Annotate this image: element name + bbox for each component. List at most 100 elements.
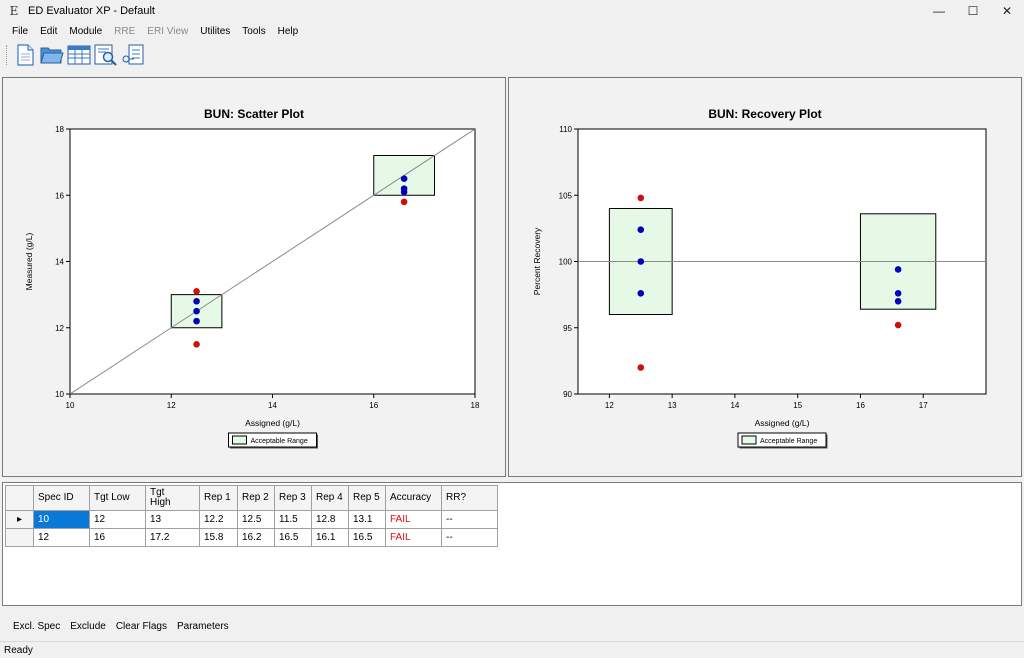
scatter-plot-chart: 10 12 14 16 18 10 12 14 16 18 Assigned (g/L) Measur…	[24, 125, 480, 449]
menu-help[interactable]: Help	[272, 22, 305, 41]
outlier-point	[400, 198, 408, 206]
cell-rep-5[interactable]: 13.1	[348, 510, 386, 529]
open-folder-button[interactable]	[38, 42, 65, 68]
clear-flags-button[interactable]: Clear Flags	[111, 621, 172, 632]
column-header-spec-id[interactable]: Spec ID	[33, 485, 90, 511]
x-axis-label: Assigned (g/L)	[755, 418, 810, 428]
cell-rr[interactable]: --	[441, 510, 498, 529]
cell-accuracy[interactable]: FAIL	[385, 528, 442, 547]
y-axis-label: Percent Recovery	[532, 227, 542, 295]
y-tick-label: 110	[559, 125, 572, 134]
parameters-button[interactable]: Parameters	[172, 621, 234, 632]
menu-utilites[interactable]: Utilites	[194, 22, 236, 41]
menu-eri-view[interactable]: ERI View	[141, 22, 194, 41]
current-row-indicator[interactable]: ▸	[5, 510, 34, 529]
table-row[interactable]: 12 16 17.2 15.8 16.2 16.5 16.1 16.5 FAIL…	[5, 528, 498, 547]
column-header-accuracy[interactable]: Accuracy	[385, 485, 442, 511]
x-tick-label: 14	[268, 401, 277, 410]
excl-spec-button[interactable]: Excl. Spec	[8, 621, 65, 632]
column-header-rep-4[interactable]: Rep 4	[311, 485, 349, 511]
legend-swatch	[232, 435, 247, 445]
table-row[interactable]: ▸ 10 12 13 12.2 12.5 11.5 12.8 13.1 FAIL…	[5, 510, 498, 529]
maximize-button[interactable]: ☐	[956, 0, 990, 22]
menu-edit[interactable]: Edit	[34, 22, 63, 41]
data-point	[193, 317, 200, 325]
data-point	[894, 266, 902, 273]
new-document-button[interactable]	[11, 42, 38, 68]
row-header[interactable]	[5, 528, 34, 547]
menu-tools[interactable]: Tools	[236, 22, 271, 41]
menu-bar: File Edit Module RRE ERI View Utilites T…	[0, 22, 1024, 41]
y-tick-label: 16	[55, 191, 64, 200]
x-tick-label: 12	[605, 401, 614, 410]
export-button[interactable]	[119, 42, 146, 68]
column-header-tgt-high[interactable]: Tgt High	[145, 485, 200, 511]
cell-tgt-high[interactable]: 13	[145, 510, 200, 529]
y-tick-label: 18	[55, 125, 64, 134]
report-preview-button[interactable]	[92, 42, 119, 68]
cell-rep-2[interactable]: 16.2	[237, 528, 275, 547]
column-header-rep-3[interactable]: Rep 3	[274, 485, 312, 511]
cell-tgt-low[interactable]: 16	[89, 528, 146, 547]
y-tick-label: 14	[55, 258, 64, 267]
x-tick-label: 17	[919, 401, 928, 410]
column-header-rep-1[interactable]: Rep 1	[199, 485, 238, 511]
data-point	[400, 175, 408, 182]
menu-module[interactable]: Module	[63, 22, 108, 41]
cell-accuracy[interactable]: FAIL	[385, 510, 442, 529]
cell-tgt-high[interactable]: 17.2	[145, 528, 200, 547]
new-document-icon	[16, 44, 34, 66]
column-header-rep-2[interactable]: Rep 2	[237, 485, 275, 511]
bottom-toolbar: Excl. Spec Exclude Clear Flags Parameter…	[0, 612, 1024, 640]
column-header-rep-5[interactable]: Rep 5	[348, 485, 386, 511]
outlier-point	[193, 341, 200, 348]
y-tick-label: 12	[55, 324, 64, 333]
close-button[interactable]: ✕	[990, 0, 1024, 22]
outlier-point	[637, 194, 645, 202]
data-point	[637, 226, 645, 233]
x-tick-label: 14	[730, 401, 739, 410]
cell-rep-1[interactable]: 12.2	[199, 510, 238, 529]
recovery-plot-chart: 12 13 14 15 16 17 90 95 100 105 110 Assigned (g/L) P…	[532, 125, 987, 449]
y-tick-label: 100	[559, 258, 573, 267]
legend-label: Acceptable Range	[760, 438, 817, 445]
outlier-point	[637, 364, 645, 371]
y-tick-label: 105	[559, 191, 573, 200]
cell-rep-5[interactable]: 16.5	[348, 528, 386, 547]
minimize-button[interactable]: —	[922, 0, 956, 22]
recovery-plot-panel: BUN: Recovery Plot 12 13 14 15 16 17 90 95 100 10…	[508, 77, 1022, 477]
scatter-plot-panel: BUN: Scatter Plot 10 12 14 16 18 10 12 14 16 18 As…	[2, 77, 506, 477]
toolbar-grip[interactable]	[6, 45, 9, 65]
data-point	[894, 297, 902, 305]
exclude-button[interactable]: Exclude	[65, 621, 111, 632]
column-header-tgt-high-label: Tgt High	[150, 487, 171, 508]
cell-rr[interactable]: --	[441, 528, 498, 547]
data-point	[894, 290, 902, 297]
toolbar	[0, 41, 1024, 69]
data-point	[400, 188, 408, 196]
data-point	[193, 307, 200, 315]
menu-rre[interactable]: RRE	[108, 22, 141, 41]
data-point	[637, 290, 645, 297]
status-bar: Ready	[0, 641, 1024, 658]
outlier-point	[193, 288, 200, 295]
cell-rep-2[interactable]: 12.5	[237, 510, 275, 529]
column-header-rr[interactable]: RR?	[441, 485, 498, 511]
cell-spec-id[interactable]: 12	[33, 528, 90, 547]
cell-rep-3[interactable]: 16.5	[274, 528, 312, 547]
cell-rep-4[interactable]: 12.8	[311, 510, 349, 529]
cell-tgt-low[interactable]: 12	[89, 510, 146, 529]
cell-rep-4[interactable]: 16.1	[311, 528, 349, 547]
app-icon: E	[9, 4, 19, 18]
cell-rep-1[interactable]: 15.8	[199, 528, 238, 547]
table-button[interactable]	[65, 42, 92, 68]
legend-swatch	[741, 435, 757, 445]
x-tick-label: 10	[66, 401, 75, 410]
cell-rep-3[interactable]: 11.5	[274, 510, 312, 529]
menu-file[interactable]: File	[6, 22, 34, 41]
cell-spec-id[interactable]: 10	[33, 510, 90, 529]
y-tick-label: 10	[55, 390, 64, 399]
x-axis-label: Assigned (g/L)	[245, 418, 300, 428]
column-header-tgt-low[interactable]: Tgt Low	[89, 485, 146, 511]
table-icon	[67, 45, 90, 65]
